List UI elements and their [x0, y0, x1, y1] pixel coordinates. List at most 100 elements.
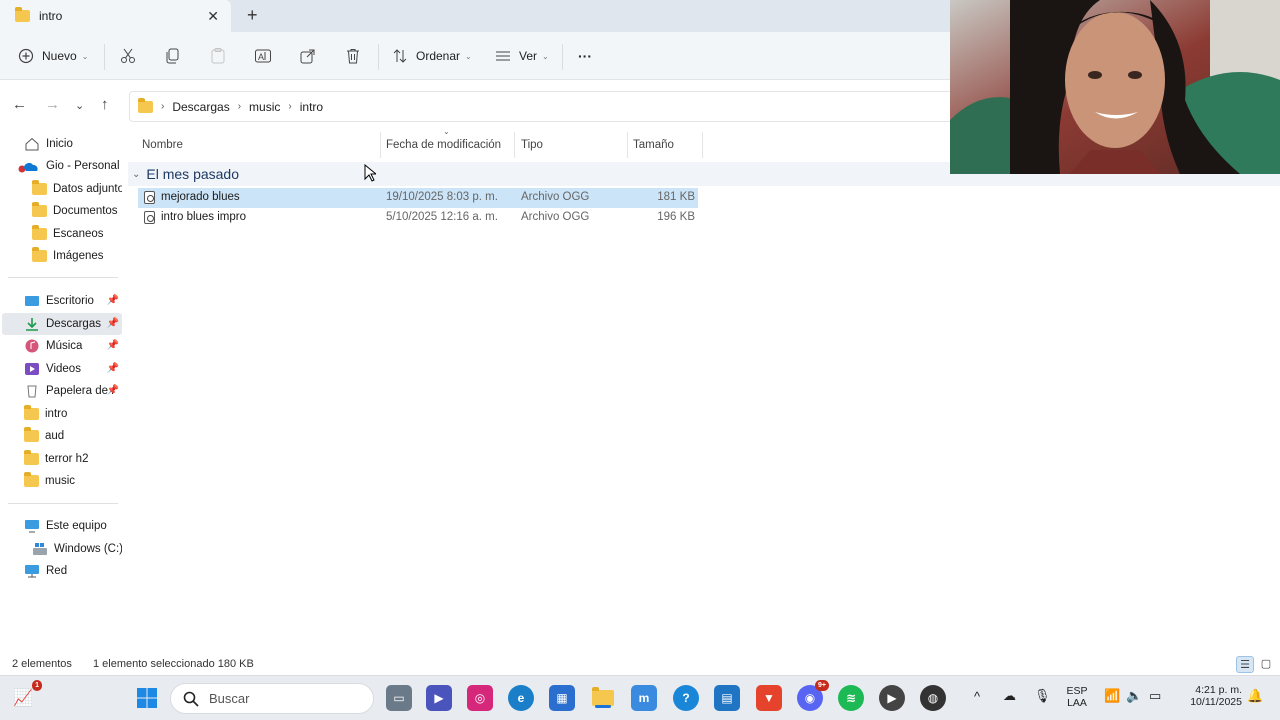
media-player-icon[interactable]: ▶	[879, 685, 905, 711]
column-divider[interactable]	[627, 132, 628, 158]
wifi-icon[interactable]: 📶	[1104, 688, 1120, 704]
recent-locations-icon[interactable]: ⌄	[75, 99, 84, 112]
divider	[562, 44, 563, 70]
sidebar-item-descargas[interactable]: Descargas 📌	[2, 313, 122, 335]
taskbar-search[interactable]: Buscar	[170, 683, 374, 714]
sidebar-item-intro[interactable]: intro	[2, 403, 122, 425]
rename-button[interactable]: A	[254, 44, 272, 68]
status-bar: 2 elementos 1 elemento seleccionado 180 …	[0, 655, 1280, 675]
chevron-down-icon[interactable]: ⌄	[132, 169, 140, 180]
column-divider[interactable]	[702, 132, 703, 158]
sidebar-item-imagenes[interactable]: Imágenes	[2, 245, 122, 267]
sidebar-item-label: Documentos	[53, 205, 118, 217]
folder-icon	[138, 97, 153, 113]
clock[interactable]: 4:21 p. m. 10/11/2025	[1176, 684, 1242, 708]
sidebar-item-documentos[interactable]: Documentos	[2, 200, 122, 222]
breadcrumb-intro[interactable]: intro	[300, 100, 323, 114]
recycle-bin-icon	[27, 385, 37, 398]
sidebar-item-label: intro	[45, 408, 68, 420]
sidebar-item-papelera[interactable]: Papelera de r 📌	[2, 380, 122, 402]
sidebar-item-inicio[interactable]: Inicio	[2, 133, 122, 155]
sidebar-item-music[interactable]: music	[2, 470, 122, 492]
new-button[interactable]: Nuevo ⌄	[18, 44, 88, 68]
sidebar-item-label: Este equipo	[46, 520, 107, 532]
task-view-icon[interactable]: ▭	[386, 685, 412, 711]
new-tab-button[interactable]: +	[247, 5, 258, 26]
notification-badge: 1	[32, 680, 42, 691]
up-icon[interactable]: ↑	[101, 96, 109, 113]
paste-button[interactable]	[209, 44, 227, 68]
start-button[interactable]	[134, 685, 160, 711]
language-indicator[interactable]: ESP LAA	[1064, 685, 1090, 709]
instagram-icon[interactable]: ◎	[467, 685, 493, 711]
sidebar-item-musica[interactable]: Música 📌	[2, 335, 122, 357]
sidebar-item-datos-adjunto[interactable]: Datos adjunto	[2, 178, 122, 200]
column-divider[interactable]	[514, 132, 515, 158]
sidebar-item-red[interactable]: Red	[2, 560, 122, 582]
sidebar-item-escaneos[interactable]: Escaneos	[2, 223, 122, 245]
store-icon[interactable]: ▦	[549, 685, 575, 711]
file-type: Archivo OGG	[521, 211, 590, 223]
column-header-size[interactable]: Tamaño	[633, 139, 674, 151]
sidebar-item-gio-personal[interactable]: Gio - Personal	[2, 155, 122, 177]
copy-button[interactable]	[164, 44, 182, 68]
back-icon[interactable]: ←	[12, 96, 27, 113]
sidebar-item-videos[interactable]: Videos 📌	[2, 358, 122, 380]
share-button[interactable]	[299, 44, 317, 68]
show-hidden-icons[interactable]: ^	[974, 689, 980, 704]
close-tab-icon[interactable]: ✕	[207, 8, 219, 25]
details-view-button[interactable]: ☰	[1236, 656, 1254, 673]
address-bar[interactable]: › Descargas › music › intro	[129, 91, 959, 122]
widgets-icon[interactable]: 📈 1	[10, 680, 42, 711]
column-divider[interactable]	[380, 132, 381, 158]
volume-icon[interactable]: 🔈	[1126, 688, 1142, 704]
forward-icon[interactable]: →	[45, 96, 60, 113]
sort-button[interactable]: Ordenar ⌄	[392, 44, 472, 68]
file-date: 5/10/2025 12:16 a. m.	[386, 211, 498, 223]
app-icon[interactable]: m	[631, 685, 657, 711]
teams-icon[interactable]: ▶	[426, 685, 452, 711]
sidebar-item-label: Escritorio	[46, 295, 94, 307]
pin-icon[interactable]: 📌	[107, 340, 119, 351]
view-button[interactable]: Ver ⌄	[495, 44, 549, 68]
edge-icon[interactable]: e	[508, 685, 534, 711]
file-row[interactable]: mejorado blues 19/10/2025 8:03 p. m. Arc…	[138, 188, 698, 208]
sidebar-item-escritorio[interactable]: Escritorio 📌	[2, 290, 122, 312]
obs-icon[interactable]: ◍	[920, 685, 946, 711]
column-header-date[interactable]: Fecha de modificación	[386, 139, 501, 151]
pin-icon[interactable]: 📌	[107, 363, 119, 374]
selection-info: 1 elemento seleccionado 180 KB	[93, 658, 254, 670]
cloud-sync-icon[interactable]: ☁	[1003, 688, 1016, 704]
tiles-view-button[interactable]: ▢	[1257, 656, 1275, 673]
file-explorer-icon[interactable]	[590, 685, 616, 711]
app-icon[interactable]: ▤	[714, 685, 740, 711]
discord-icon[interactable]: ◉ 9+	[797, 680, 829, 711]
desktop-icon	[25, 296, 39, 306]
battery-icon[interactable]: ▭	[1149, 688, 1161, 704]
tab-intro[interactable]: intro ✕	[0, 0, 231, 32]
file-row[interactable]: intro blues impro 5/10/2025 12:16 a. m. …	[138, 208, 698, 228]
folder-icon	[592, 687, 614, 706]
breadcrumb-music[interactable]: music	[249, 100, 280, 114]
help-icon[interactable]: ?	[673, 685, 699, 711]
column-header-type[interactable]: Tipo	[521, 139, 543, 151]
pin-icon[interactable]: 📌	[107, 318, 119, 329]
new-label: Nuevo	[42, 49, 77, 63]
sidebar-item-windows-c[interactable]: Windows (C:)	[2, 538, 122, 560]
pin-icon[interactable]: 📌	[107, 385, 119, 396]
pin-icon[interactable]: 📌	[107, 295, 119, 306]
sidebar-item-aud[interactable]: aud	[2, 425, 122, 447]
folder-icon	[24, 405, 39, 420]
spotify-icon[interactable]: ≋	[838, 685, 864, 711]
cut-button[interactable]	[119, 44, 137, 68]
sidebar-item-terror-h2[interactable]: terror h2	[2, 448, 122, 470]
sidebar-item-este-equipo[interactable]: Este equipo	[2, 515, 122, 537]
microphone-icon[interactable]: 🎙	[1034, 688, 1051, 704]
brave-icon[interactable]: ▼	[756, 685, 782, 711]
column-header-name[interactable]: Nombre	[142, 139, 183, 151]
breadcrumb-descargas[interactable]: Descargas	[172, 100, 229, 114]
more-options-button[interactable]: ···	[578, 44, 592, 68]
delete-button[interactable]	[344, 44, 362, 68]
notifications-icon[interactable]: 🔔	[1247, 688, 1263, 704]
file-size: 181 KB	[657, 191, 695, 203]
